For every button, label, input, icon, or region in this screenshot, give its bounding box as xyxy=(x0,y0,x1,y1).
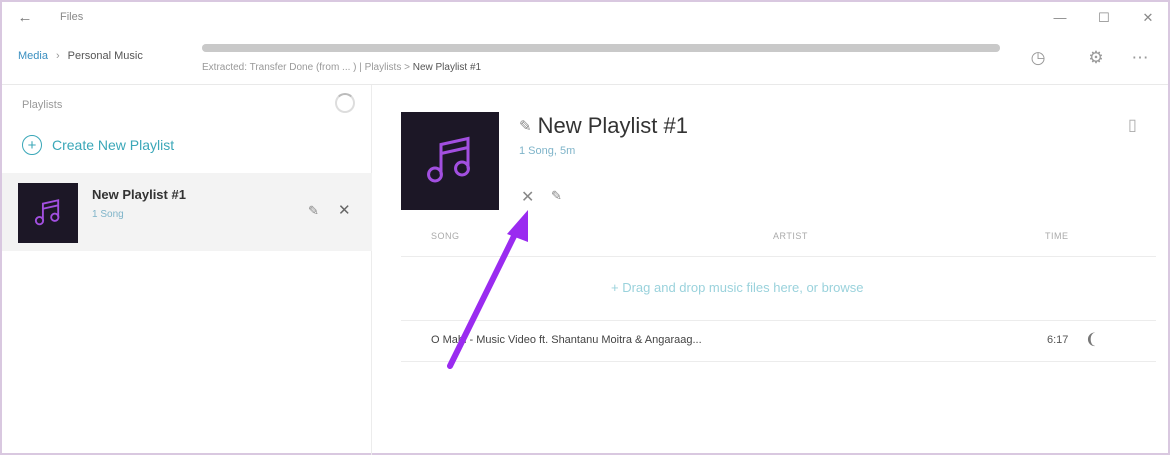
playlist-cover xyxy=(401,112,499,210)
song-row-divider xyxy=(401,361,1156,362)
playlist-item-title: New Playlist #1 xyxy=(92,187,186,202)
music-note-icon xyxy=(34,199,60,226)
header-row-divider xyxy=(401,256,1156,257)
more-icon[interactable]: ⋯ xyxy=(1128,46,1152,70)
transfer-progress-fill xyxy=(202,44,1000,52)
song-title: O Mahi - Music Video ft. Shantanu Moitra… xyxy=(431,334,702,346)
playlist-thumbnail xyxy=(18,183,78,243)
edit-pencil-icon[interactable]: ✎ xyxy=(308,203,319,219)
status-current: New Playlist #1 xyxy=(412,62,482,73)
column-header-artist[interactable]: ARTIST xyxy=(773,231,808,241)
app-title: Files xyxy=(60,11,84,23)
history-icon[interactable]: ◷ xyxy=(1026,46,1050,70)
status-line: Extracted: Transfer Done (from ... ) | P… xyxy=(202,62,481,73)
delete-playlist-icon[interactable]: ✕ xyxy=(521,187,534,207)
create-playlist-button[interactable]: + Create New Playlist xyxy=(22,135,174,155)
breadcrumb-personal-music[interactable]: Personal Music xyxy=(68,50,143,62)
drop-zone-hint[interactable]: + Drag and drop music files here, or bro… xyxy=(611,280,864,295)
playlist-menu-icon[interactable]: ▯ xyxy=(1128,115,1137,135)
sidebar-item-playlist[interactable]: New Playlist #1 1 Song ✎ ✕ xyxy=(2,173,372,251)
playlist-title-row: ✎ New Playlist #1 xyxy=(519,113,688,139)
status-prefix: Extracted: Transfer Done (from ... ) | P… xyxy=(202,62,413,73)
song-options-icon[interactable]: ❨ xyxy=(1085,330,1098,348)
breadcrumb-separator: › xyxy=(55,50,60,62)
music-note-icon xyxy=(427,136,470,183)
settings-icon[interactable]: ⚙ xyxy=(1084,46,1108,70)
column-header-song[interactable]: SONG xyxy=(431,231,460,241)
playlist-item-subtitle: 1 Song xyxy=(92,209,124,220)
playlist-detail: ✎ New Playlist #1 1 Song, 5m ▯ ✕ ✎ SONG … xyxy=(373,85,1170,455)
app-window: ← Files — ☐ ✕ Media › Personal Music Ext… xyxy=(0,0,1170,455)
edit-playlist-icon[interactable]: ✎ xyxy=(551,188,562,204)
delete-x-icon[interactable]: ✕ xyxy=(338,201,351,219)
minimize-button[interactable]: — xyxy=(1047,8,1073,28)
sidebar: Playlists + Create New Playlist New Play… xyxy=(2,85,372,455)
song-time: 6:17 xyxy=(1047,334,1069,346)
transfer-progress-bar xyxy=(202,44,1000,52)
plus-circle-icon: + xyxy=(22,135,42,155)
playlist-title: New Playlist #1 xyxy=(537,113,688,138)
sidebar-header: Playlists xyxy=(22,99,63,111)
breadcrumb-media[interactable]: Media xyxy=(18,50,48,62)
playlist-meta: 1 Song, 5m xyxy=(519,145,576,157)
back-arrow-icon[interactable]: ← xyxy=(14,8,36,28)
column-header-time[interactable]: TIME xyxy=(1045,231,1069,241)
create-playlist-label: Create New Playlist xyxy=(52,137,175,153)
title-bar: ← Files — ☐ ✕ xyxy=(2,2,1168,34)
breadcrumb: Media › Personal Music xyxy=(18,50,143,62)
drop-zone-divider xyxy=(401,320,1156,321)
loading-spinner-icon xyxy=(335,93,355,113)
rename-pencil-icon[interactable]: ✎ xyxy=(519,117,532,135)
close-button[interactable]: ✕ xyxy=(1135,8,1161,28)
maximize-button[interactable]: ☐ xyxy=(1091,8,1117,28)
